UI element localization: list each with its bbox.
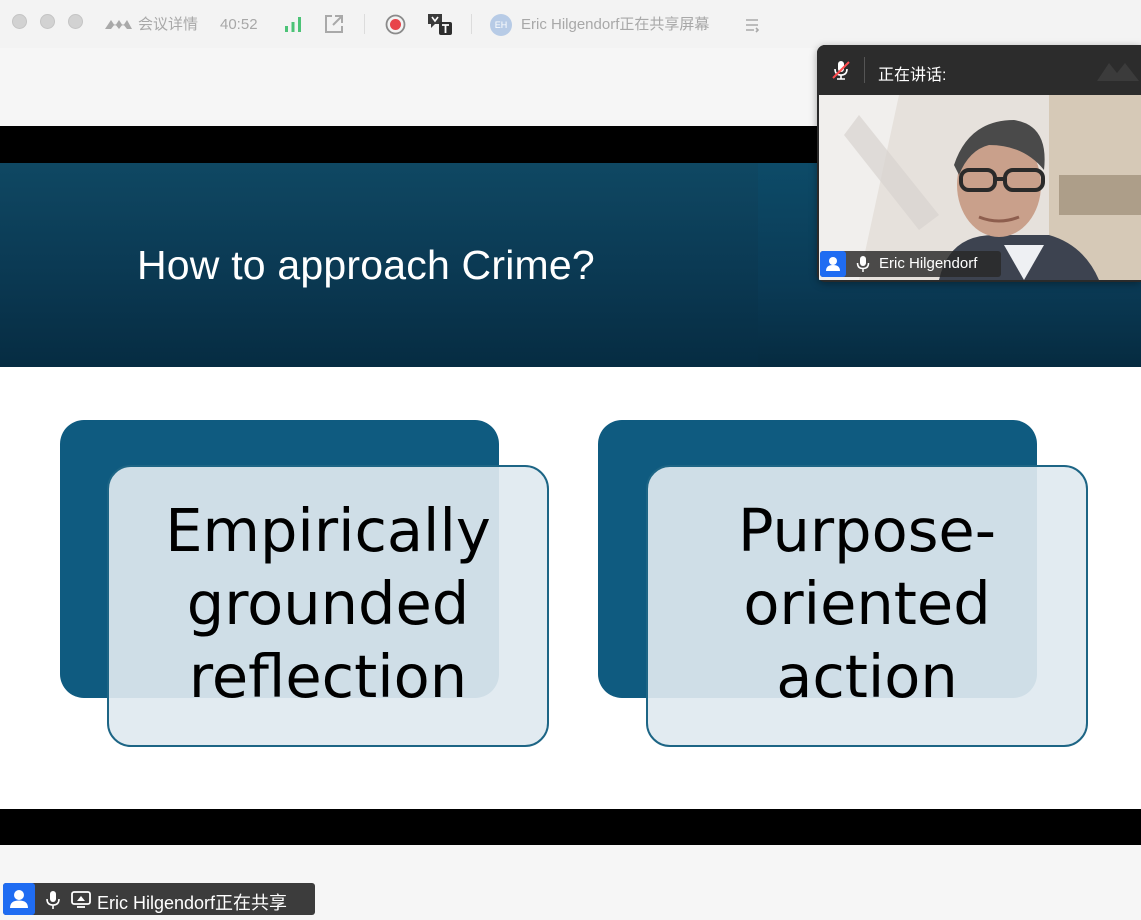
card-line: Purpose- (737, 496, 997, 565)
meeting-duration: 40:52 (220, 16, 258, 33)
app-logo-icon (105, 20, 132, 29)
popout-icon[interactable] (323, 13, 345, 35)
sharing-status-text: Eric Hilgendorf正在共享 (97, 893, 288, 913)
divider (864, 57, 865, 83)
title-bar: 会议详情 40:52 EH Eric Hilgendorf正在共享屏幕 (0, 0, 1141, 49)
divider (471, 14, 472, 34)
window-zoom-icon[interactable] (68, 14, 83, 29)
card-text: Purpose- oriented action (646, 494, 1088, 713)
avatar: EH (490, 14, 512, 36)
speaker-name: Eric Hilgendorf (879, 255, 978, 272)
share-status-text: Eric Hilgendorf正在共享屏幕 (521, 16, 710, 33)
speaking-label: 正在讲话: (878, 67, 947, 84)
card-line: Empirically (165, 496, 491, 565)
card-line: action (776, 642, 958, 711)
meeting-details-link[interactable]: 会议详情 (138, 15, 198, 35)
screen-share-icon (71, 891, 91, 908)
card-line: grounded (186, 569, 470, 638)
list-icon[interactable] (744, 17, 760, 33)
app-logo-icon (1097, 63, 1139, 81)
card-text: Empirically grounded reflection (107, 494, 549, 713)
speaker-name-tag: Eric Hilgendorf (820, 251, 1001, 277)
user-icon (10, 890, 28, 908)
speaker-panel-header: 正在讲话: (817, 45, 1141, 95)
slide-title: How to approach Crime? (137, 242, 595, 288)
signal-icon[interactable] (284, 16, 302, 33)
mic-icon (856, 256, 870, 272)
card-line: oriented (743, 569, 991, 638)
active-speaker-panel[interactable]: 正在讲话: Eric Hilgendorf (817, 45, 1141, 282)
user-badge (3, 883, 35, 915)
window-minimize-icon[interactable] (40, 14, 55, 29)
sharing-status-bar: Eric Hilgendorf正在共享 (3, 883, 315, 915)
window-close-icon[interactable] (12, 14, 27, 29)
mic-muted-icon[interactable] (830, 59, 852, 81)
letterbox-bottom (0, 809, 1141, 845)
user-badge (820, 251, 846, 277)
translate-icon[interactable] (426, 11, 454, 37)
user-icon (826, 257, 840, 271)
record-icon[interactable] (385, 14, 406, 35)
mic-icon (46, 891, 60, 909)
card-line: reflection (188, 642, 468, 711)
divider (364, 14, 365, 34)
